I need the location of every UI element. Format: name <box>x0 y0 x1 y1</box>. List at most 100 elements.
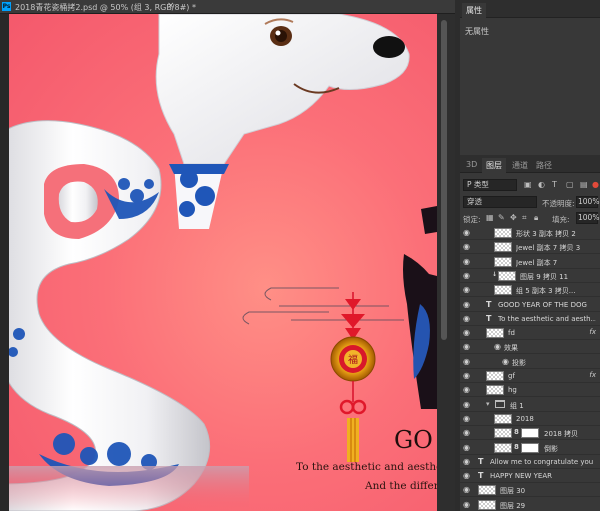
effect-visibility-icon[interactable]: ◉ <box>494 342 501 351</box>
layer-thumbnail <box>486 385 504 396</box>
layer-row[interactable]: ◉ gf fx <box>460 369 600 383</box>
visibility-eye-icon[interactable]: ◉ <box>463 385 470 394</box>
layer-row[interactable]: ◉ 8 2018 拷贝 <box>460 426 600 441</box>
visibility-eye-icon[interactable]: ◉ <box>463 400 470 409</box>
visibility-eye-icon[interactable]: ◉ <box>463 328 470 337</box>
layer-name[interactable]: hg <box>508 386 596 394</box>
layer-row[interactable]: ◉ T HAPPY NEW YEAR <box>460 469 600 484</box>
layer-row[interactable]: ◉ T To the aesthetic and aesth... <box>460 312 600 326</box>
visibility-eye-icon[interactable]: ◉ <box>463 242 470 251</box>
opacity-input[interactable]: 100% <box>576 196 599 208</box>
layer-row[interactable]: ◉ T GOOD YEAR OF THE DOG <box>460 298 600 312</box>
close-icon[interactable]: × <box>167 1 175 11</box>
effect-visibility-icon[interactable]: ◉ <box>502 357 509 366</box>
layer-name[interactable]: fd <box>508 329 596 337</box>
visibility-eye-icon[interactable]: ◉ <box>463 428 470 437</box>
tab-layers[interactable]: 图层 <box>482 158 506 173</box>
lock-position-icon[interactable]: ✥ <box>510 213 517 222</box>
layer-row[interactable]: ◉ ◉ 效果 <box>460 340 600 355</box>
layer-name[interactable]: Allow me to congratulate you ... <box>490 458 596 466</box>
adjustment-filter-icon[interactable]: ◐ <box>538 180 545 189</box>
layer-name[interactable]: 图层 30 <box>500 486 596 496</box>
layer-name[interactable]: Jewel 副本 7 <box>516 258 596 268</box>
fill-input[interactable]: 100% <box>576 212 599 224</box>
artwork-go-text: GO <box>394 426 433 454</box>
visibility-eye-icon[interactable]: ◉ <box>463 314 470 323</box>
layer-name[interactable]: gf <box>508 372 596 380</box>
layer-row[interactable]: ◉ 形状 3 副本 拷贝 2 <box>460 226 600 240</box>
layer-row[interactable]: ◉ 2018 <box>460 412 600 426</box>
layer-name[interactable]: 效果 <box>504 343 596 353</box>
layer-name[interactable]: 2018 <box>516 415 596 423</box>
visibility-eye-icon[interactable]: ◉ <box>463 371 470 380</box>
layer-effects-badge[interactable]: fx <box>589 328 596 336</box>
lock-image-icon[interactable]: ✎ <box>498 213 505 222</box>
layer-name[interactable]: 组 1 <box>510 401 596 411</box>
text-layer-icon: T <box>486 299 492 309</box>
layer-row[interactable]: ◉ Jewel 副本 7 拷贝 3 <box>460 240 600 255</box>
filter-toggle-icon[interactable]: ● <box>592 180 599 189</box>
layer-row[interactable]: ◉ hg <box>460 383 600 398</box>
layer-row[interactable]: ◉ 8 倒影 <box>460 441 600 455</box>
type-filter-icon[interactable]: T <box>552 180 557 189</box>
visibility-eye-icon[interactable]: ◉ <box>463 271 470 280</box>
layer-row[interactable]: ◉ 图层 29 <box>460 498 600 511</box>
layer-name[interactable]: HAPPY NEW YEAR <box>490 472 596 480</box>
layer-name[interactable]: To the aesthetic and aesth... <box>498 315 596 323</box>
document-tab[interactable]: Ps 2018青花瓷桶拷2.psd @ 50% (组 3, RGB/8#) * … <box>0 0 455 14</box>
lock-all-icon[interactable]: 🔒︎ <box>534 213 538 222</box>
layer-row[interactable]: ◉ Jewel 副本 7 <box>460 255 600 269</box>
tab-properties[interactable]: 属性 <box>462 3 486 18</box>
layer-mask-thumbnail[interactable] <box>521 442 539 453</box>
visibility-eye-icon[interactable]: ◉ <box>463 500 470 509</box>
image-filter-icon[interactable]: ▣ <box>524 180 532 189</box>
visibility-eye-icon[interactable]: ◉ <box>463 228 470 237</box>
layer-thumbnail <box>494 428 512 439</box>
tab-paths[interactable]: 路径 <box>532 158 556 173</box>
layer-name[interactable]: 倒影 <box>544 444 596 454</box>
layer-name[interactable]: 投影 <box>512 358 596 368</box>
blend-mode-dropdown[interactable]: 穿透 <box>463 196 537 208</box>
layer-row[interactable]: ◉ ↓ 图层 9 拷贝 11 <box>460 269 600 283</box>
layer-filter-label: P 类型 <box>467 180 489 189</box>
layer-effects-badge[interactable]: fx <box>589 371 596 379</box>
layer-name[interactable]: 组 5 副本 3 拷贝... <box>516 286 596 296</box>
visibility-eye-icon[interactable]: ◉ <box>463 443 470 452</box>
visibility-eye-icon[interactable]: ◉ <box>463 485 470 494</box>
lock-transparent-icon[interactable]: ▦ <box>486 213 494 222</box>
smart-object-filter-icon[interactable]: ▤ <box>580 180 588 189</box>
tab-channels[interactable]: 通道 <box>508 158 532 173</box>
layers-list[interactable]: ◉ 形状 3 副本 拷贝 2 ◉ Jewel 副本 7 拷贝 3 ◉ Jewel 副本 7… <box>460 226 600 511</box>
visibility-eye-icon[interactable]: ◉ <box>463 471 470 480</box>
visibility-eye-icon[interactable]: ◉ <box>463 285 470 294</box>
porcelain-dog-head <box>155 14 410 229</box>
layer-name[interactable]: 2018 拷贝 <box>544 429 596 439</box>
visibility-eye-icon[interactable]: ◉ <box>463 357 470 366</box>
visibility-eye-icon[interactable]: ◉ <box>463 342 470 351</box>
group-expand-icon[interactable]: ▾ <box>486 400 490 408</box>
visibility-eye-icon[interactable]: ◉ <box>463 414 470 423</box>
vertical-scrollbar-thumb[interactable] <box>441 20 447 340</box>
layer-mask-thumbnail[interactable] <box>521 428 539 439</box>
artwork-canvas[interactable]: 福 GO To the aesthetic and aesthet And th… <box>9 14 437 511</box>
layer-name[interactable]: GOOD YEAR OF THE DOG <box>498 301 596 309</box>
layer-row[interactable]: ◉ 图层 30 <box>460 483 600 498</box>
lock-artboard-icon[interactable]: ⌗ <box>522 213 527 222</box>
shape-filter-icon[interactable]: ▢ <box>566 180 574 189</box>
layer-row[interactable]: ◉ 组 5 副本 3 拷贝... <box>460 283 600 298</box>
layer-row[interactable]: ◉ fd fx <box>460 326 600 341</box>
tab-3d[interactable]: 3D <box>462 158 481 171</box>
visibility-eye-icon[interactable]: ◉ <box>463 257 470 266</box>
layer-name[interactable]: 形状 3 副本 拷贝 2 <box>516 229 596 239</box>
layer-filter-dropdown[interactable]: P 类型 <box>463 179 517 191</box>
layer-row[interactable]: ◉ ▾ 组 1 <box>460 398 600 412</box>
layer-row[interactable]: ◉ ◉ 投影 <box>460 355 600 369</box>
layer-name[interactable]: Jewel 副本 7 拷贝 3 <box>516 243 596 253</box>
layer-thumbnail <box>498 270 516 281</box>
visibility-eye-icon[interactable]: ◉ <box>463 457 470 466</box>
properties-panel: 无属性 <box>460 18 600 153</box>
layer-name[interactable]: 图层 29 <box>500 501 596 511</box>
layer-name[interactable]: 图层 9 拷贝 11 <box>520 272 596 282</box>
layer-row[interactable]: ◉ T Allow me to congratulate you ... <box>460 455 600 469</box>
visibility-eye-icon[interactable]: ◉ <box>463 300 470 309</box>
